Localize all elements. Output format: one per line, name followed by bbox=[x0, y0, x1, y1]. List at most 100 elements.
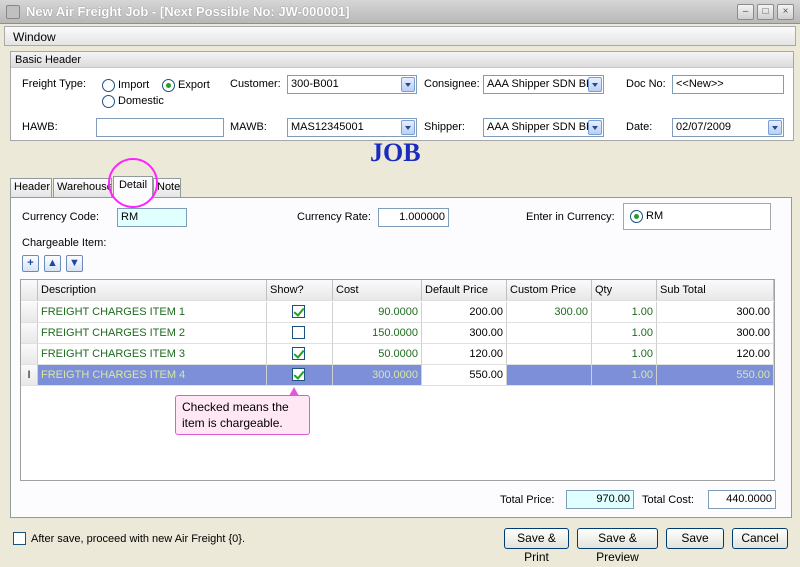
row-indicator bbox=[21, 302, 38, 323]
cell-description[interactable]: FREIGHT CHARGES ITEM 2 bbox=[38, 323, 267, 344]
radio-domestic[interactable] bbox=[102, 95, 115, 108]
radio-import-label: Import bbox=[118, 79, 150, 91]
move-down-button[interactable]: ▼ bbox=[66, 255, 83, 272]
cell-sub-total: 300.00 bbox=[657, 302, 774, 323]
cell-qty[interactable]: 1.00 bbox=[592, 323, 657, 344]
total-cost-label: Total Cost: bbox=[642, 494, 694, 506]
add-icon: + bbox=[27, 257, 34, 269]
cell-qty[interactable]: 1.00 bbox=[592, 302, 657, 323]
currency-rate-label: Currency Rate: bbox=[297, 211, 371, 223]
save-print-button[interactable]: Save & Print bbox=[504, 528, 569, 564]
currency-code-label: Currency Code: bbox=[22, 211, 100, 223]
freight-type-label: Freight Type: bbox=[22, 78, 86, 90]
radio-import[interactable] bbox=[102, 79, 115, 92]
show-checkbox[interactable] bbox=[292, 368, 305, 381]
enter-in-currency-label: Enter in Currency: bbox=[526, 211, 615, 223]
consignee-label: Consignee: bbox=[424, 78, 480, 90]
tab-highlight-circle bbox=[108, 158, 158, 208]
radio-export[interactable] bbox=[162, 79, 175, 92]
show-checkbox[interactable] bbox=[292, 347, 305, 360]
maximize-button[interactable]: □ bbox=[757, 4, 774, 20]
mawb-combo[interactable]: MAS12345001 bbox=[287, 118, 417, 137]
tab-header[interactable]: Header bbox=[10, 178, 52, 197]
cell-cost[interactable]: 300.0000 bbox=[333, 365, 422, 386]
col-show[interactable]: Show? bbox=[267, 280, 333, 301]
cell-custom-price[interactable]: 300.00 bbox=[507, 302, 592, 323]
chevron-down-icon[interactable] bbox=[588, 77, 602, 92]
cell-show[interactable] bbox=[267, 344, 333, 365]
radio-currency-rm-label: RM bbox=[646, 210, 664, 222]
cell-qty[interactable]: 1.00 bbox=[592, 344, 657, 365]
basic-header-title-bar: Basic Header bbox=[11, 52, 793, 68]
col-description[interactable]: Description bbox=[38, 280, 267, 301]
app-icon bbox=[6, 5, 20, 19]
col-custom-price[interactable]: Custom Price bbox=[507, 280, 592, 301]
cell-description[interactable]: FREIGTH CHARGES ITEM 4 bbox=[38, 365, 267, 386]
cell-default-price[interactable]: 200.00 bbox=[422, 302, 507, 323]
cell-show[interactable] bbox=[267, 365, 333, 386]
cell-cost[interactable]: 150.0000 bbox=[333, 323, 422, 344]
consignee-value: AAA Shipper SDN BHD bbox=[487, 78, 602, 90]
chevron-down-icon[interactable] bbox=[401, 120, 415, 135]
save-preview-button[interactable]: Save & Preview bbox=[577, 528, 658, 564]
chevron-down-icon[interactable] bbox=[401, 77, 415, 92]
add-row-button[interactable]: + bbox=[22, 255, 39, 272]
hawb-field[interactable] bbox=[96, 118, 224, 137]
cell-custom-price[interactable] bbox=[507, 344, 592, 365]
customer-combo[interactable]: 300-B001 bbox=[287, 75, 417, 94]
cell-default-price[interactable]: 300.00 bbox=[422, 323, 507, 344]
col-qty[interactable]: Qty bbox=[592, 280, 657, 301]
date-picker[interactable]: 02/07/2009 bbox=[672, 118, 784, 137]
table-row[interactable]: FREIGHT CHARGES ITEM 2 150.0000 300.00 1… bbox=[21, 323, 774, 344]
proceed-checkbox[interactable] bbox=[13, 532, 26, 545]
cell-description[interactable]: FREIGHT CHARGES ITEM 3 bbox=[38, 344, 267, 365]
cell-default-price[interactable]: 120.00 bbox=[422, 344, 507, 365]
col-sub-total[interactable]: Sub Total bbox=[657, 280, 774, 301]
show-checkbox[interactable] bbox=[292, 305, 305, 318]
hawb-label: HAWB: bbox=[22, 121, 58, 133]
total-price-field: 970.00 bbox=[566, 490, 634, 509]
radio-domestic-label: Domestic bbox=[118, 95, 164, 107]
save-button[interactable]: Save bbox=[666, 528, 724, 549]
cell-qty[interactable]: 1.00 bbox=[592, 365, 657, 386]
cell-default-price[interactable]: 550.00 bbox=[422, 365, 507, 386]
total-price-label: Total Price: bbox=[500, 494, 555, 506]
total-cost-field: 440.0000 bbox=[708, 490, 776, 509]
minimize-button[interactable]: – bbox=[737, 4, 754, 20]
cell-description[interactable]: FREIGHT CHARGES ITEM 1 bbox=[38, 302, 267, 323]
window-title: New Air Freight Job - [Next Possible No:… bbox=[26, 4, 350, 19]
close-button[interactable]: × bbox=[777, 4, 794, 20]
chevron-down-icon[interactable] bbox=[588, 120, 602, 135]
table-row[interactable]: FREIGHT CHARGES ITEM 1 90.0000 200.00 30… bbox=[21, 302, 774, 323]
tab-warehouse[interactable]: Warehouse bbox=[53, 178, 112, 197]
date-value: 02/07/2009 bbox=[676, 121, 732, 133]
date-label: Date: bbox=[626, 121, 653, 133]
consignee-combo[interactable]: AAA Shipper SDN BHD bbox=[483, 75, 604, 94]
move-up-button[interactable]: ▲ bbox=[44, 255, 61, 272]
chargeable-callout: Checked means the item is chargeable. bbox=[175, 387, 310, 435]
cell-show[interactable] bbox=[267, 323, 333, 344]
customer-label: Customer: bbox=[230, 78, 281, 90]
doc-no-field[interactable]: <<New>> bbox=[672, 75, 784, 94]
menu-window[interactable]: Window bbox=[13, 30, 56, 44]
cell-cost[interactable]: 50.0000 bbox=[333, 344, 422, 365]
table-row[interactable]: FREIGHT CHARGES ITEM 3 50.0000 120.00 1.… bbox=[21, 344, 774, 365]
currency-code-field[interactable]: RM bbox=[117, 208, 187, 227]
cell-custom-price[interactable] bbox=[507, 323, 592, 344]
cell-custom-price[interactable] bbox=[507, 365, 592, 386]
table-row-selected[interactable]: I FREIGTH CHARGES ITEM 4 300.0000 550.00… bbox=[21, 365, 774, 386]
cell-sub-total: 300.00 bbox=[657, 323, 774, 344]
col-default-price[interactable]: Default Price bbox=[422, 280, 507, 301]
radio-currency-rm[interactable] bbox=[630, 210, 643, 223]
cell-show[interactable] bbox=[267, 302, 333, 323]
radio-export-label: Export bbox=[178, 79, 210, 91]
shipper-combo[interactable]: AAA Shipper SDN BHD bbox=[483, 118, 604, 137]
col-cost[interactable]: Cost bbox=[333, 280, 422, 301]
cell-cost[interactable]: 90.0000 bbox=[333, 302, 422, 323]
chevron-down-icon[interactable] bbox=[768, 120, 782, 135]
currency-rate-field[interactable]: 1.000000 bbox=[378, 208, 449, 227]
cancel-button[interactable]: Cancel bbox=[732, 528, 788, 549]
chargeable-item-label: Chargeable Item: bbox=[22, 237, 107, 249]
show-checkbox[interactable] bbox=[292, 326, 305, 339]
job-banner: JOB bbox=[370, 138, 421, 167]
